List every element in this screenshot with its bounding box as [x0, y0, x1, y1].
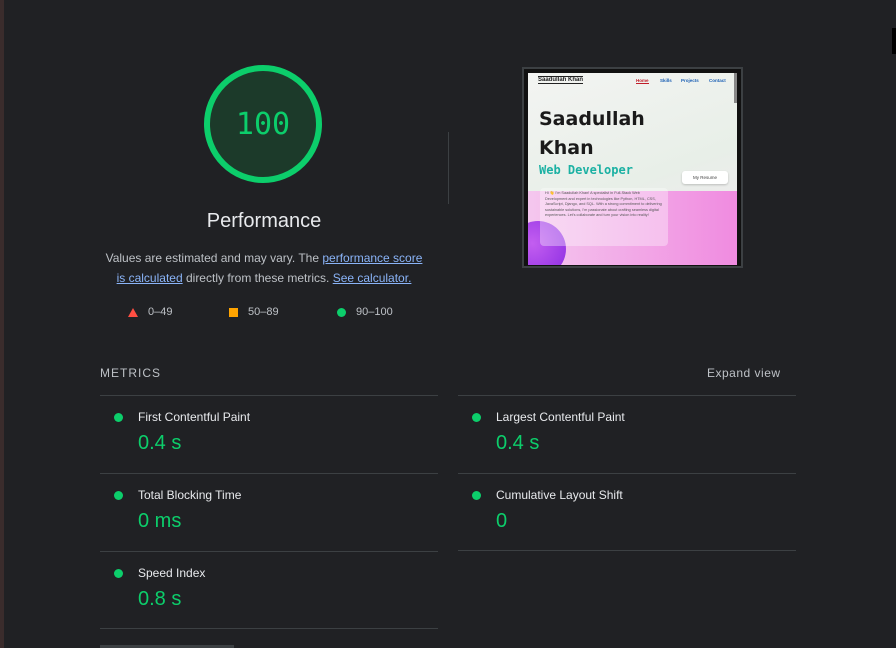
metric-value: 0.8 s [138, 588, 182, 610]
screenshot-navbar: Saadullah Khan Home Skills Projects Cont… [528, 73, 737, 89]
metric-lcp: Largest Contentful Paint 0.4 s [458, 395, 796, 473]
pass-circle-icon [472, 413, 481, 422]
metric-label: Largest Contentful Paint [496, 410, 625, 424]
metric-cls: Cumulative Layout Shift 0 [458, 473, 796, 551]
screenshot-nav-projects: Projects [681, 78, 699, 83]
legend-fail: 0–49 [128, 306, 172, 318]
legend-pass: 90–100 [337, 306, 393, 318]
legend-pass-range: 90–100 [356, 306, 393, 318]
legend-fail-range: 0–49 [148, 306, 173, 318]
screenshot-nav-skills: Skills [660, 78, 672, 83]
score-description: Values are estimated and may vary. The p… [100, 248, 428, 288]
metric-value: 0.4 s [138, 432, 182, 454]
circle-icon [337, 307, 346, 317]
legend-average-range: 50–89 [248, 306, 279, 318]
desc-text-2: directly from these metrics. [182, 271, 333, 285]
screenshot-name-line-2: Khan [539, 137, 594, 159]
metric-value: 0 ms [138, 510, 182, 532]
pass-circle-icon [114, 491, 123, 500]
window-right-edge [892, 28, 896, 54]
performance-gauge: 100 [203, 64, 323, 184]
screenshot-scrollbar [734, 73, 737, 103]
metric-fcp: First Contentful Paint 0.4 s [100, 395, 438, 473]
window-left-edge [0, 0, 4, 648]
gauge-title: Performance [206, 210, 322, 232]
metric-label: First Contentful Paint [138, 410, 251, 424]
legend-average: 50–89 [229, 306, 279, 318]
metric-value: 0 [496, 510, 508, 532]
triangle-icon [128, 307, 138, 317]
screenshot-nav-home: Home [636, 78, 649, 84]
metrics-divider-right [458, 550, 796, 551]
screenshot-intro-card: Hi 👋 I'm Saadullah Khan! A specialist in… [540, 188, 668, 246]
metrics-divider-left [100, 628, 438, 629]
metric-tbt: Total Blocking Time 0 ms [100, 473, 438, 551]
screenshot-nav-contact: Contact [709, 78, 726, 83]
final-screenshot[interactable]: Saadullah Khan Home Skills Projects Cont… [522, 67, 743, 268]
screenshot-resume-button: My Resume [682, 171, 728, 184]
metric-value: 0.4 s [496, 432, 540, 454]
square-icon [229, 307, 238, 317]
desc-text-1: Values are estimated and may vary. The [105, 251, 323, 265]
metric-label: Cumulative Layout Shift [496, 488, 623, 502]
calculator-link[interactable]: See calculator. [333, 271, 412, 285]
gauge-score: 100 [235, 106, 291, 142]
metric-label: Total Blocking Time [138, 488, 242, 502]
screenshot-name-line-1: Saadullah [539, 108, 645, 130]
pass-circle-icon [114, 569, 123, 578]
metric-si: Speed Index 0.8 s [100, 551, 438, 629]
pass-circle-icon [472, 491, 481, 500]
score-legend: 0–49 50–89 90–100 [128, 306, 418, 320]
screenshot-page: Saadullah Khan Home Skills Projects Cont… [528, 73, 737, 265]
screenshot-role: Web Developer [539, 163, 633, 177]
metrics-heading: METRICS [100, 366, 161, 380]
metric-label: Speed Index [138, 566, 206, 580]
pass-circle-icon [114, 413, 123, 422]
expand-view-toggle[interactable]: Expand view [707, 366, 781, 380]
vertical-divider [448, 132, 449, 204]
screenshot-hero-name: Saadullah Khan [539, 105, 645, 163]
screenshot-brand: Saadullah Khan [538, 76, 584, 84]
